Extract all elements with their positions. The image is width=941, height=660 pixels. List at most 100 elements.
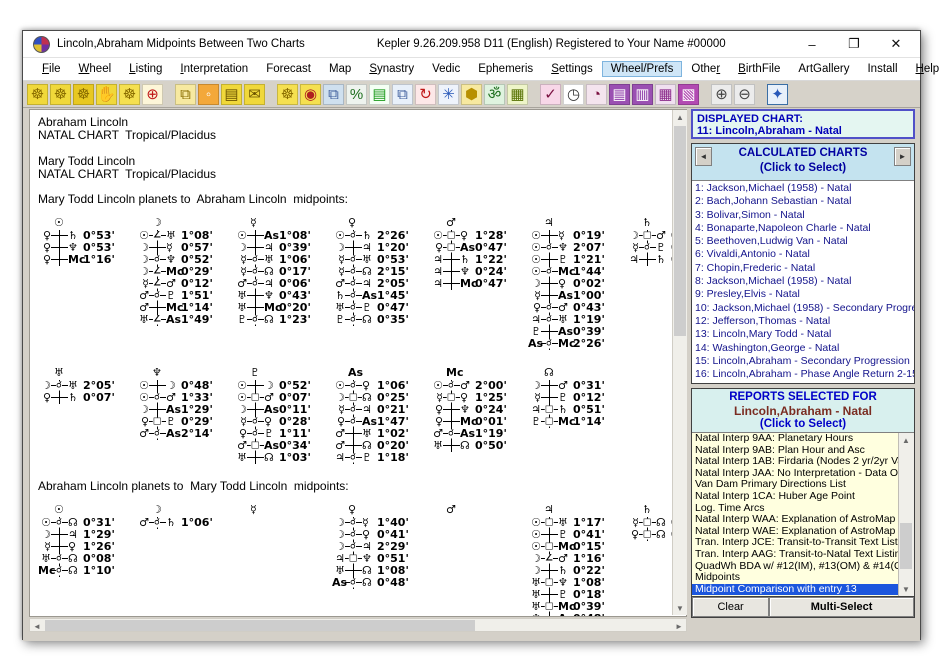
wheel-chart-icon[interactable]: ☸ <box>50 84 71 105</box>
menu-synastry[interactable]: Synastry <box>360 61 423 77</box>
calculated-chart-item[interactable]: 4: Bonaparte,Napoleon Charle - Natal <box>692 222 914 235</box>
report-item[interactable]: Natal Interp 1CA: Huber Age Point <box>692 491 899 503</box>
minimize-button[interactable]: – <box>804 37 820 52</box>
aspect-percent-icon[interactable]: % <box>346 84 367 105</box>
zoom-out-icon[interactable]: ⊖ <box>734 84 755 105</box>
clock-icon[interactable]: ◷ <box>563 84 584 105</box>
menu-listing[interactable]: Listing <box>120 61 171 77</box>
menu-vedic[interactable]: Vedic <box>423 61 469 77</box>
report-item[interactable]: Natal Interp WAA: Explanation of AstroMa… <box>692 514 899 526</box>
midpoint-connector <box>443 416 460 428</box>
pointer-star-icon[interactable]: ✦ <box>767 84 788 105</box>
target-wheel-icon[interactable]: ⊕ <box>142 84 163 105</box>
wheel-hand-icon[interactable]: ✋ <box>96 84 117 105</box>
horizontal-scroll-thumb[interactable] <box>45 620 475 631</box>
menu-birthfile[interactable]: BirthFile <box>729 61 789 77</box>
midpoint-report-area[interactable]: Abraham LincolnNATAL CHART Tropical/Plac… <box>29 109 687 617</box>
maximize-button[interactable]: ❐ <box>846 36 862 52</box>
menu-map[interactable]: Map <box>320 61 360 77</box>
calculated-chart-item[interactable]: 7: Chopin,Frederic - Natal <box>692 262 914 275</box>
report-item[interactable]: Natal Interp JAA: No Interpretation - Da… <box>692 468 899 480</box>
calculated-chart-item[interactable]: 10: Jackson,Michael (1958) - Secondary P… <box>692 302 914 315</box>
close-button[interactable]: ✕ <box>888 36 904 52</box>
calculated-chart-item[interactable]: 12: Jefferson,Thomas - Natal <box>692 315 914 328</box>
report-item[interactable]: Tran. Interp AAG: Transit-to-Natal Text … <box>692 549 899 561</box>
report-item[interactable]: Natal Interp WAE: Explanation of AstroMa… <box>692 526 899 538</box>
calendar-icon[interactable]: ▦ <box>507 84 528 105</box>
charts-page-right-button[interactable]: ► <box>894 147 911 166</box>
report-item[interactable]: Natal Interp 1AB: Firdaria (Nodes 2 yr/2… <box>692 456 899 468</box>
interpretation-list-icon[interactable]: ▤ <box>369 84 390 105</box>
save-icon[interactable]: ◦ <box>198 84 219 105</box>
menu-artgallery[interactable]: ArtGallery <box>789 61 858 77</box>
report-item[interactable]: Tran. Interp JCE: Transit-to-Transit Tex… <box>692 537 899 549</box>
horizontal-scrollbar[interactable]: ◄ ► <box>29 618 687 632</box>
calculated-chart-item[interactable]: 8: Jackson,Michael (1958) - Natal <box>692 275 914 288</box>
menu-forecast[interactable]: Forecast <box>257 61 320 77</box>
report-item[interactable]: Van Dam Primary Directions List <box>692 479 899 491</box>
menu-wheelprefs[interactable]: Wheel/Prefs <box>602 61 683 77</box>
grid-ball-icon[interactable]: ⬢ <box>461 84 482 105</box>
report-item[interactable]: Natal Interp 9AA: Planetary Hours <box>692 433 899 445</box>
menu-help[interactable]: Help <box>907 61 941 77</box>
text-report-icon[interactable]: ▤ <box>609 84 630 105</box>
report-copies-icon[interactable]: ⧉ <box>392 84 413 105</box>
scroll-up-arrow[interactable]: ▲ <box>673 110 687 124</box>
zoom-in-icon[interactable]: ⊕ <box>711 84 732 105</box>
calculated-chart-item[interactable]: 3: Bolivar,Simon - Natal <box>692 209 914 222</box>
grid-report-icon[interactable]: ▦ <box>655 84 676 105</box>
calculated-chart-item[interactable]: 16: Lincoln,Abraham - Phase Angle Return… <box>692 368 914 381</box>
vertical-scroll-thumb[interactable] <box>674 126 686 336</box>
art-report-icon[interactable]: ▧ <box>678 84 699 105</box>
wheel-animate-icon[interactable]: ☸ <box>73 84 94 105</box>
calculated-chart-item[interactable]: 2: Bach,Johann Sebastian - Natal <box>692 195 914 208</box>
scroll-left-arrow[interactable]: ◄ <box>30 619 44 633</box>
menu-ephemeris[interactable]: Ephemeris <box>469 61 542 77</box>
vertical-scrollbar[interactable]: ▲ ▼ <box>672 110 687 615</box>
calculated-chart-item[interactable]: 9: Presley,Elvis - Natal <box>692 288 914 301</box>
calculated-charts-list[interactable]: 1: Jackson,Michael (1958) - Natal2: Bach… <box>692 181 914 383</box>
multi-select-button[interactable]: Multi-Select <box>769 597 914 617</box>
reports-scrollbar[interactable]: ▲ ▼ <box>898 433 914 596</box>
report-item[interactable]: Log. Time Arcs <box>692 503 899 515</box>
clock-wheel-icon[interactable]: ◔ <box>586 84 607 105</box>
chart-data-icon[interactable]: ⧉ <box>323 84 344 105</box>
calculated-chart-item[interactable]: 14: Washington,George - Natal <box>692 342 914 355</box>
report-item[interactable]: Natal Interp 9AB: Plan Hour and Asc <box>692 445 899 457</box>
astro-compass-icon[interactable]: ✳ <box>438 84 459 105</box>
listing-report-icon[interactable]: ▥ <box>632 84 653 105</box>
reports-list[interactable]: Natal Interp 9AA: Planetary HoursNatal I… <box>692 432 914 596</box>
reports-scroll-thumb[interactable] <box>900 523 912 569</box>
midpoint-tree: ♆☉☽0°48'☉☌♂1°33'☽As1°29'♀□♇0°29'♂☌As2°14… <box>136 366 224 464</box>
email-chart-icon[interactable]: ✉ <box>244 84 265 105</box>
menu-interpretation[interactable]: Interpretation <box>171 61 257 77</box>
print-icon[interactable]: ▤ <box>221 84 242 105</box>
charts-page-left-button[interactable]: ◄ <box>695 147 712 166</box>
calculated-chart-item[interactable]: 5: Beethoven,Ludwig Van - Natal <box>692 235 914 248</box>
wheel-window-icon[interactable]: ☸ <box>277 84 298 105</box>
scroll-down-arrow[interactable]: ▼ <box>673 601 687 615</box>
menu-install[interactable]: Install <box>858 61 906 77</box>
reports-scroll-down-arrow[interactable]: ▼ <box>899 582 913 596</box>
default-check-icon[interactable]: ✓ <box>540 84 561 105</box>
bi-wheel-icon[interactable]: ☸ <box>119 84 140 105</box>
scroll-right-arrow[interactable]: ► <box>672 619 686 633</box>
recalculate-icon[interactable]: ↻ <box>415 84 436 105</box>
reports-scroll-up-arrow[interactable]: ▲ <box>899 433 913 447</box>
menu-wheel[interactable]: Wheel <box>70 61 121 77</box>
wheel-target-window-icon[interactable]: ◉ <box>300 84 321 105</box>
wheel-new-icon[interactable]: ☸ <box>27 84 48 105</box>
calculated-chart-item[interactable]: 15: Lincoln,Abraham - Secondary Progress… <box>692 355 914 368</box>
menu-file[interactable]: File <box>33 61 70 77</box>
report-item[interactable]: QuadWh BDA w/ #12(IM), #13(OM) & #14(O) <box>692 561 899 573</box>
calculated-chart-item[interactable]: 6: Vivaldi,Antonio - Natal <box>692 248 914 261</box>
page-flip-icon[interactable]: ⧉ <box>175 84 196 105</box>
report-item[interactable]: Midpoint Comparison with entry 13 <box>692 584 899 596</box>
calculated-chart-item[interactable]: 13: Lincoln,Mary Todd - Natal <box>692 328 914 341</box>
calculated-chart-item[interactable]: 1: Jackson,Michael (1958) - Natal <box>692 182 914 195</box>
report-item[interactable]: Midpoints <box>692 572 899 584</box>
menu-other[interactable]: Other <box>682 61 729 77</box>
menu-settings[interactable]: Settings <box>542 61 602 77</box>
clear-button[interactable]: Clear <box>692 597 769 617</box>
om-icon[interactable]: ॐ <box>484 84 505 105</box>
